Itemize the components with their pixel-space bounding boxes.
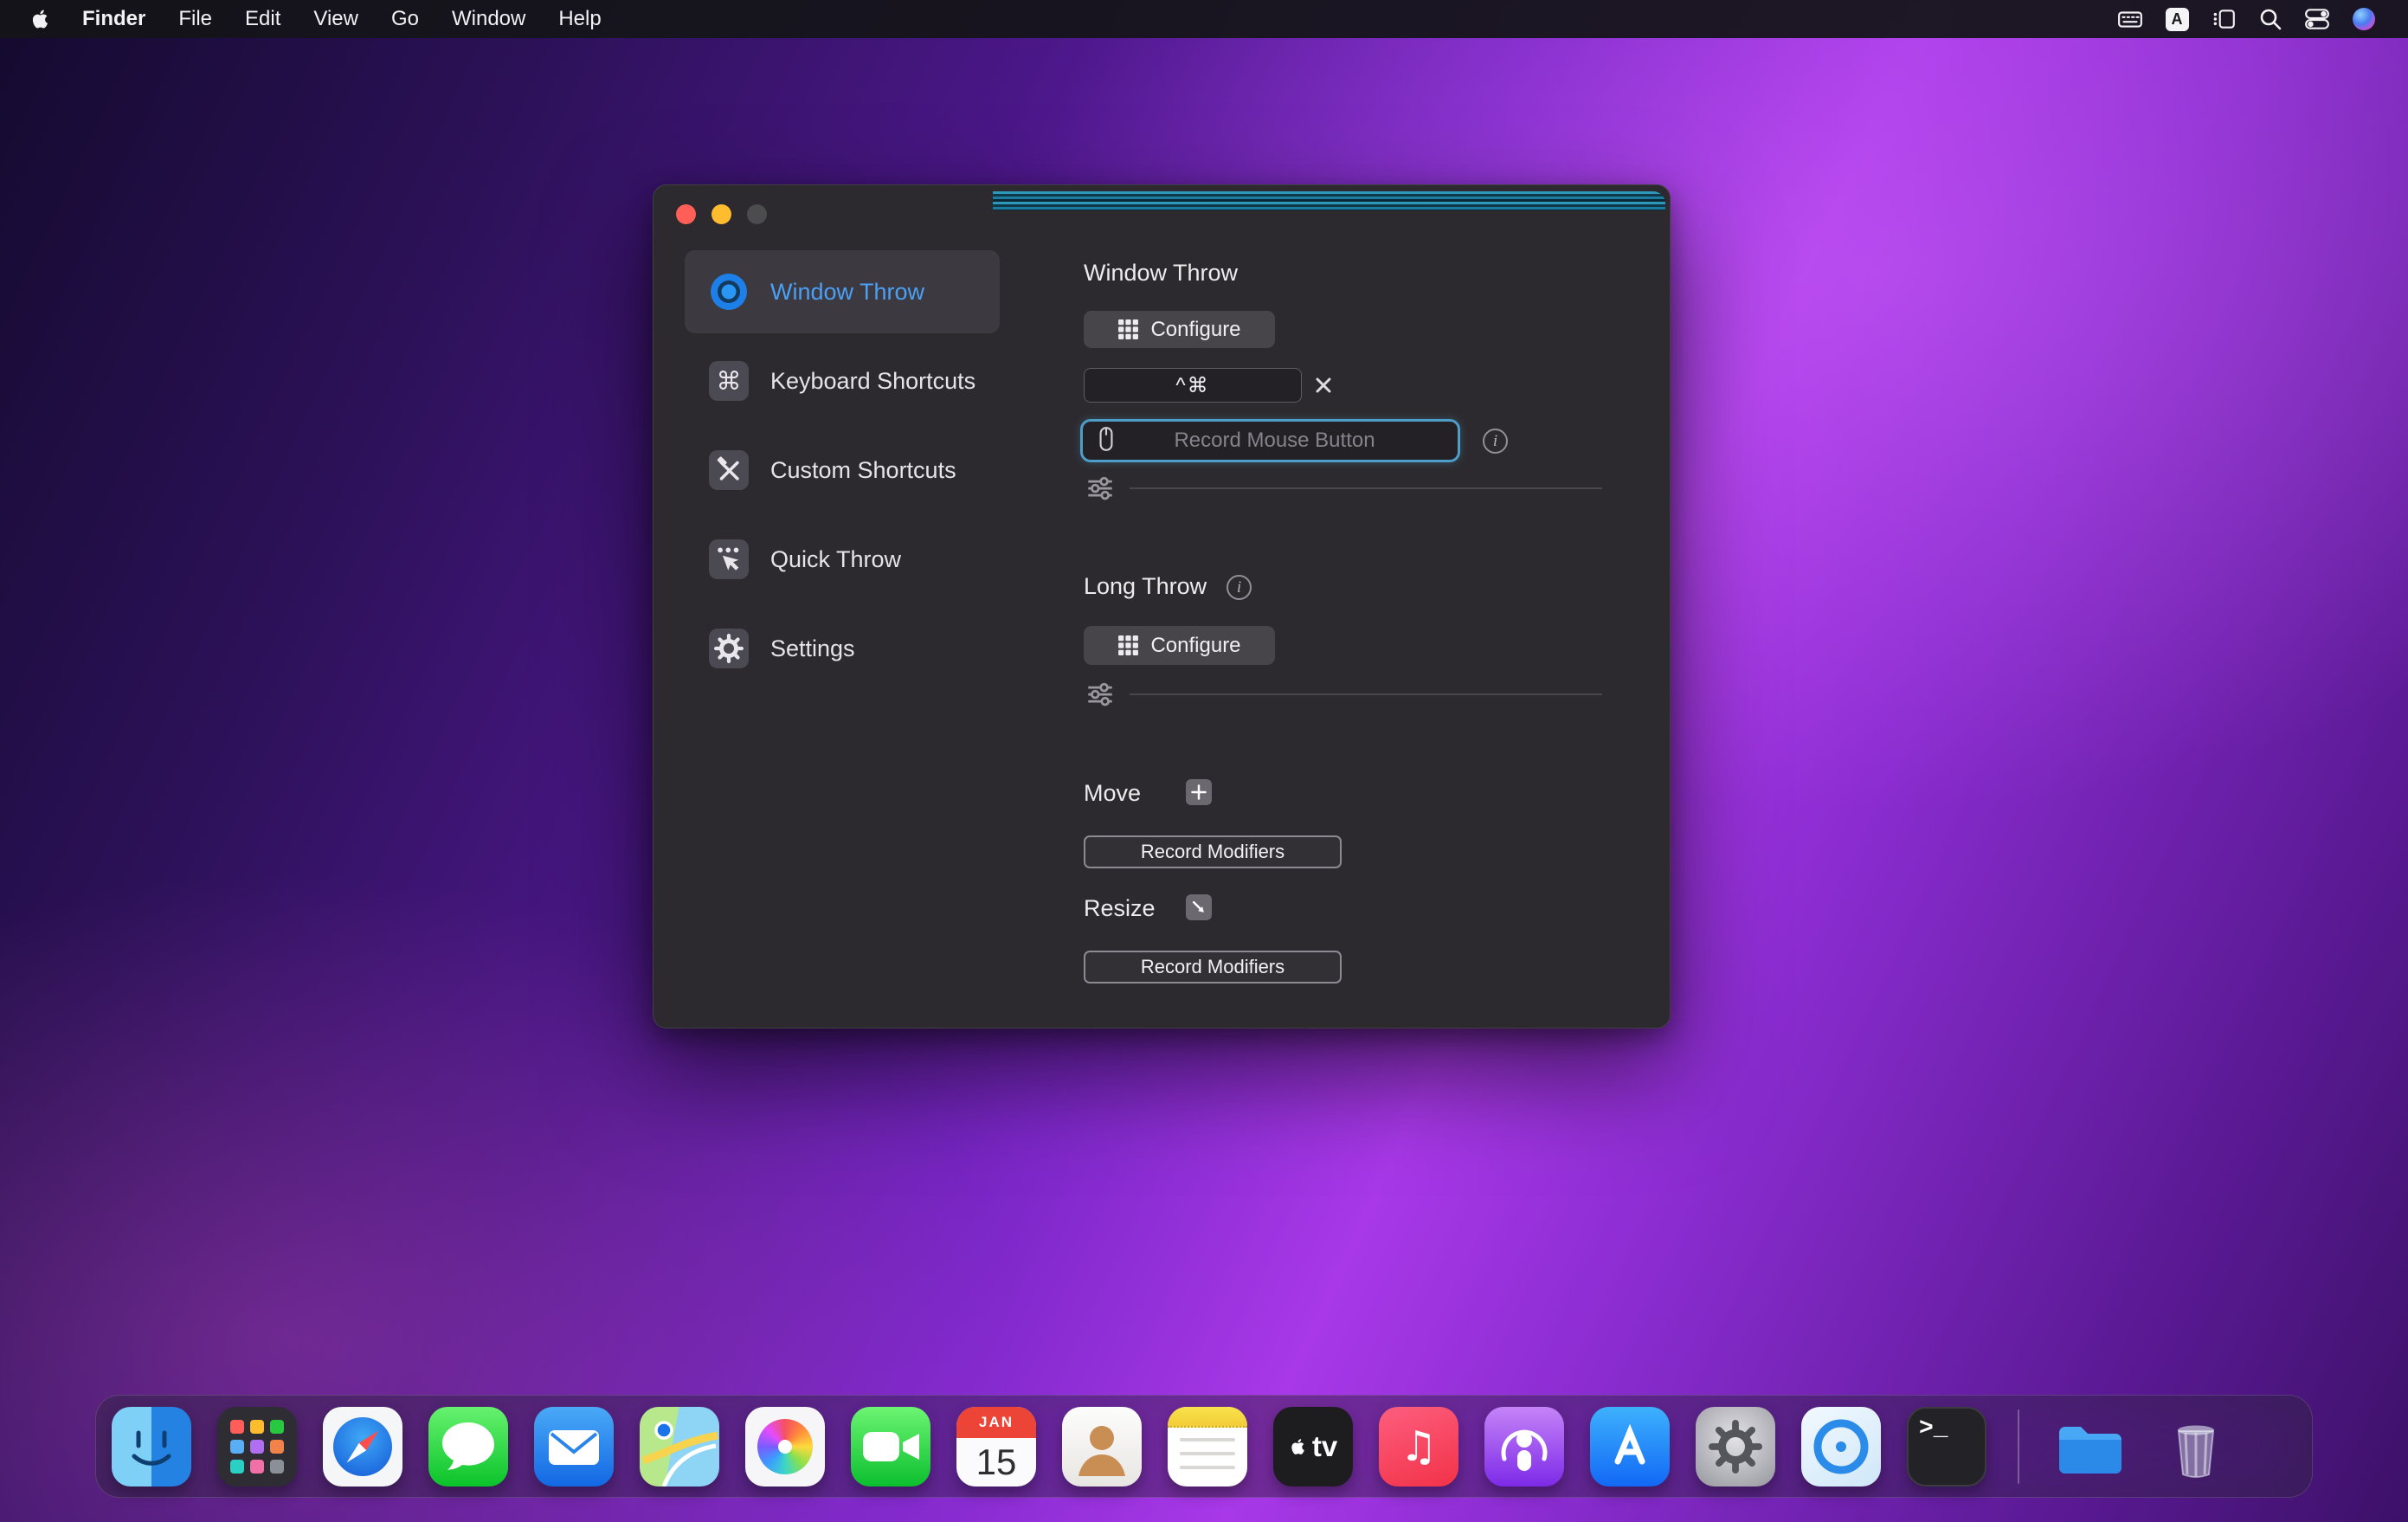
calendar-month: JAN — [956, 1407, 1036, 1438]
menu-view[interactable]: View — [297, 0, 375, 38]
long-throw-section-title: Long Throw — [1084, 573, 1207, 600]
menu-bar-menus: Finder File Edit View Go Window Help — [19, 0, 618, 38]
apple-logo-icon — [29, 8, 52, 30]
resize-label: Resize — [1084, 895, 1156, 922]
sidebar-item-label: Quick Throw — [770, 546, 901, 573]
app-window: Window Throw ⌘ Keyboard Shortcuts Custom… — [653, 184, 1671, 1029]
dock-system-settings-icon[interactable] — [1696, 1407, 1775, 1487]
record-mouse-placeholder: Record Mouse Button — [1117, 429, 1432, 453]
apple-logo-icon — [1289, 1437, 1308, 1456]
keyboard-shortcuts-icon: ⌘ — [709, 361, 749, 401]
window-throw-shortcut-field[interactable]: ^⌘ — [1084, 368, 1302, 403]
menu-bar-status-area: A — [2117, 6, 2389, 32]
keyboard-icon[interactable] — [2117, 6, 2143, 32]
sidebar-item-keyboard-shortcuts[interactable]: ⌘ Keyboard Shortcuts — [685, 339, 1000, 422]
dock-podcasts-icon[interactable] — [1484, 1407, 1564, 1487]
long-throw-info-icon[interactable] — [1227, 575, 1252, 600]
menu-help[interactable]: Help — [542, 0, 617, 38]
divider — [1130, 693, 1602, 695]
grid-icon — [1117, 635, 1139, 656]
menu-go[interactable]: Go — [375, 0, 435, 38]
divider — [1130, 487, 1602, 489]
resize-record-modifiers-button[interactable]: Record Modifiers — [1084, 951, 1342, 983]
quick-throw-icon — [709, 539, 749, 579]
long-throw-configure-button[interactable]: Configure — [1084, 626, 1275, 665]
dock: JAN 15 tv ♫ — [95, 1395, 2313, 1498]
sidebar-item-quick-throw[interactable]: Quick Throw — [685, 518, 1000, 601]
clear-shortcut-icon[interactable] — [1308, 370, 1339, 401]
window-throw-configure-button[interactable]: Configure — [1084, 311, 1275, 348]
move-record-modifiers-button[interactable]: Record Modifiers — [1084, 835, 1342, 868]
app-menu-finder[interactable]: Finder — [66, 0, 162, 38]
menu-edit[interactable]: Edit — [229, 0, 297, 38]
traffic-lights — [676, 204, 767, 224]
dock-safari-icon[interactable] — [323, 1407, 402, 1487]
window-throw-section-title: Window Throw — [1084, 260, 1238, 287]
titlebar-decoration — [993, 191, 1665, 210]
sliders-icon[interactable] — [1086, 474, 1114, 501]
dock-maps-icon[interactable] — [640, 1407, 719, 1487]
dock-photos-icon[interactable] — [745, 1407, 825, 1487]
minimize-button[interactable] — [711, 204, 731, 224]
dock-window-manager-app-icon[interactable] — [1801, 1407, 1881, 1487]
sidebar-item-label: Window Throw — [770, 279, 924, 306]
info-icon[interactable] — [1483, 429, 1508, 454]
settings-gear-icon — [709, 629, 749, 668]
move-label: Move — [1084, 780, 1141, 807]
dock-facetime-icon[interactable] — [851, 1407, 930, 1487]
window-throw-icon — [709, 272, 749, 312]
stage-manager-icon[interactable] — [2211, 6, 2237, 32]
dock-launchpad-icon[interactable] — [217, 1407, 297, 1487]
move-icon — [1186, 779, 1212, 805]
dock-calendar-icon[interactable]: JAN 15 — [956, 1407, 1036, 1487]
mouse-icon — [1095, 426, 1117, 456]
sidebar: Window Throw ⌘ Keyboard Shortcuts Custom… — [685, 250, 1000, 690]
dock-finder-icon[interactable] — [112, 1407, 191, 1487]
dock-mail-icon[interactable] — [534, 1407, 614, 1487]
sidebar-item-label: Custom Shortcuts — [770, 457, 956, 484]
sliders-icon[interactable] — [1086, 680, 1114, 707]
sidebar-item-label: Settings — [770, 635, 855, 662]
dock-terminal-icon[interactable]: >_ — [1907, 1407, 1986, 1487]
close-button[interactable] — [676, 204, 696, 224]
dock-trash-icon[interactable] — [2156, 1407, 2236, 1487]
dock-downloads-folder-icon[interactable] — [2051, 1407, 2130, 1487]
grid-icon — [1117, 319, 1139, 340]
dock-appletv-icon[interactable]: tv — [1273, 1407, 1353, 1487]
siri-icon[interactable] — [2351, 6, 2377, 32]
sidebar-item-label: Keyboard Shortcuts — [770, 368, 975, 395]
sidebar-item-settings[interactable]: Settings — [685, 607, 1000, 690]
dock-notes-icon[interactable] — [1168, 1407, 1247, 1487]
dock-messages-icon[interactable] — [428, 1407, 508, 1487]
input-source-icon[interactable]: A — [2164, 6, 2190, 32]
dock-appstore-icon[interactable] — [1590, 1407, 1670, 1487]
menu-file[interactable]: File — [162, 0, 229, 38]
spotlight-icon[interactable] — [2257, 6, 2283, 32]
custom-shortcuts-icon — [709, 450, 749, 490]
menu-window[interactable]: Window — [435, 0, 542, 38]
record-mouse-button-field[interactable]: Record Mouse Button — [1080, 419, 1460, 462]
sidebar-item-window-throw[interactable]: Window Throw — [685, 250, 1000, 333]
dock-separator — [2018, 1409, 2019, 1484]
zoom-button[interactable] — [747, 204, 767, 224]
resize-icon — [1186, 894, 1212, 920]
calendar-day: 15 — [956, 1438, 1036, 1487]
control-center-icon[interactable] — [2304, 6, 2330, 32]
dock-music-icon[interactable]: ♫ — [1379, 1407, 1458, 1487]
sidebar-item-custom-shortcuts[interactable]: Custom Shortcuts — [685, 429, 1000, 512]
menu-bar: Finder File Edit View Go Window Help A — [0, 0, 2408, 38]
dock-contacts-icon[interactable] — [1062, 1407, 1142, 1487]
apple-menu[interactable] — [19, 0, 66, 38]
